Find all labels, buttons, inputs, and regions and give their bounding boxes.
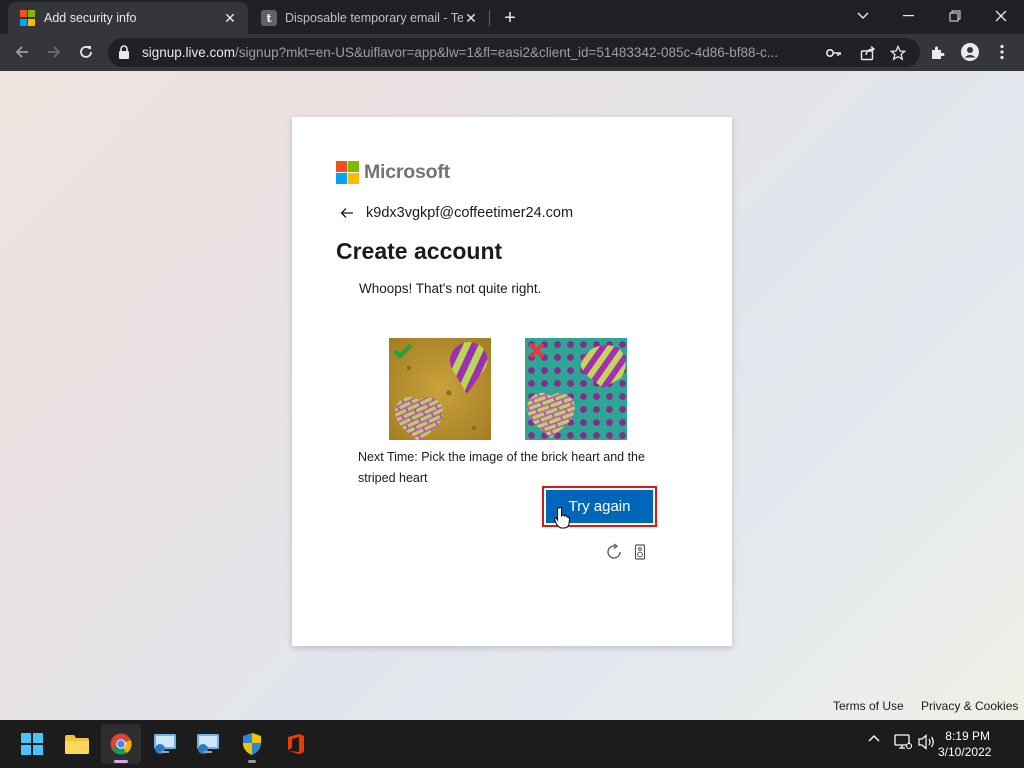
extensions-icon[interactable] (924, 38, 952, 66)
tab-disposable-email[interactable]: t Disposable temporary email - Ter ✕ (249, 2, 489, 34)
forward-button[interactable] (40, 38, 68, 66)
hand-pointer-cursor-icon (554, 507, 571, 534)
address-bar[interactable]: signup.live.com/signup?mkt=en-US&uiflavo… (108, 38, 920, 67)
audio-captcha-icon[interactable] (631, 543, 649, 561)
lock-icon[interactable] (118, 45, 130, 64)
microsoft-wordmark: Microsoft (364, 161, 450, 183)
windows-taskbar: 8:19 PM 3/10/2022 (0, 720, 1024, 768)
shield-icon (243, 733, 261, 755)
file-explorer-taskbar-button[interactable] (57, 724, 97, 764)
remote-desktop-icon (154, 734, 176, 754)
refresh-captcha-icon[interactable] (605, 543, 623, 561)
tab-divider (489, 10, 490, 26)
new-tab-button[interactable]: + (498, 6, 522, 30)
close-window-button[interactable] (978, 0, 1024, 32)
microsoft-squares-icon (336, 161, 359, 184)
browser-toolbar: signup.live.com/signup?mkt=en-US&uiflavo… (0, 34, 1024, 71)
temp-mail-favicon-icon: t (261, 10, 277, 26)
captcha-image-incorrect (525, 338, 627, 440)
chrome-icon (110, 733, 132, 755)
show-hidden-icons-chevron-icon[interactable] (868, 734, 880, 742)
privacy-cookies-link[interactable]: Privacy & Cookies (921, 699, 1018, 713)
tab-close-icon[interactable]: ✕ (463, 10, 479, 26)
windows-security-taskbar-button[interactable] (232, 724, 272, 764)
tab-title: Add security info (44, 11, 137, 25)
clock-time: 8:19 PM (945, 729, 990, 743)
tab-title: Disposable temporary email - Ter (285, 11, 463, 25)
volume-icon[interactable] (918, 734, 936, 750)
captcha-hint: Next Time: Pick the image of the brick h… (358, 450, 645, 485)
tab-close-icon[interactable]: ✕ (222, 10, 238, 26)
taskbar-clock[interactable]: 8:19 PM 3/10/2022 (938, 728, 992, 760)
chrome-taskbar-button[interactable] (101, 724, 141, 764)
clock-date: 3/10/2022 (938, 745, 992, 759)
page-viewport: Microsoft k9dx3vgkpf@coffeetimer24.com C… (0, 71, 1024, 720)
error-message: Whoops! That's not quite right. (359, 281, 542, 296)
terms-of-use-link[interactable]: Terms of Use (833, 699, 904, 713)
restore-button[interactable] (932, 0, 978, 32)
folder-icon (65, 735, 89, 754)
identity-email: k9dx3vgkpf@coffeetimer24.com (366, 205, 574, 221)
signup-card: Microsoft k9dx3vgkpf@coffeetimer24.com C… (292, 117, 732, 646)
identity-banner[interactable]: k9dx3vgkpf@coffeetimer24.com (340, 205, 573, 221)
bookmark-star-icon[interactable] (888, 43, 908, 63)
microsoft-favicon-icon (20, 10, 36, 26)
reload-button[interactable] (72, 38, 100, 66)
remote-desktop-2-taskbar-button[interactable] (188, 724, 228, 764)
microsoft-logo: Microsoft (336, 161, 450, 184)
remote-desktop-1-taskbar-button[interactable] (145, 724, 185, 764)
remote-desktop-icon (197, 734, 219, 754)
captcha-image-correct (389, 338, 491, 440)
minimize-button[interactable] (886, 0, 932, 32)
share-icon[interactable] (858, 43, 878, 63)
tab-add-security-info[interactable]: Add security info ✕ (8, 2, 248, 34)
running-indicator (114, 760, 128, 763)
start-button[interactable] (12, 724, 52, 764)
tab-search-icon[interactable] (840, 0, 886, 32)
back-button[interactable] (8, 38, 36, 66)
office-taskbar-button[interactable] (276, 724, 316, 764)
browser-tab-strip: Add security info ✕ t Disposable tempora… (0, 0, 1024, 34)
url-text: signup.live.com/signup?mkt=en-US&uiflavo… (142, 45, 779, 60)
network-icon[interactable] (894, 734, 912, 750)
office-icon (288, 734, 304, 754)
windows-logo-icon (21, 733, 43, 755)
key-icon[interactable] (824, 43, 844, 63)
back-arrow-icon[interactable] (340, 207, 356, 219)
running-indicator (248, 760, 256, 763)
browser-menu-icon[interactable] (988, 38, 1016, 66)
profile-icon[interactable] (956, 38, 984, 66)
page-title: Create account (336, 238, 503, 264)
